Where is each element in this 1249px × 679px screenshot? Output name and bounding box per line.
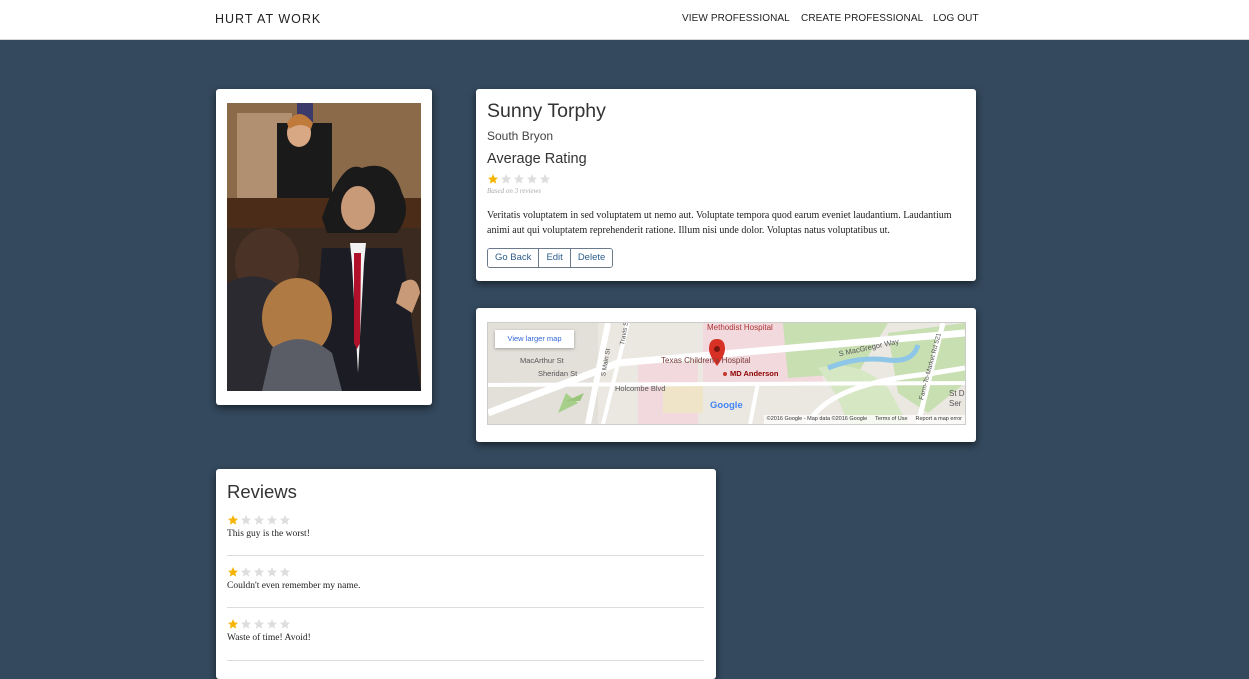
review-count-text: Based on 3 reviews xyxy=(487,187,541,195)
professional-location: South Bryon xyxy=(487,129,554,143)
delete-button[interactable]: Delete xyxy=(569,249,613,267)
map-label-macarthur: MacArthur St xyxy=(520,356,564,365)
star-empty-icon xyxy=(254,567,264,577)
star-empty-icon xyxy=(241,619,251,629)
map-label-holcombe: Holcombe Blvd xyxy=(615,384,666,393)
average-rating-stars xyxy=(487,173,551,185)
nav-log-out[interactable]: LOG OUT xyxy=(933,13,979,24)
nav-create-professional[interactable]: CREATE PROFESSIONAL xyxy=(801,13,923,24)
go-back-button[interactable]: Go Back xyxy=(488,249,539,267)
review-text: Couldn't even remember my name. xyxy=(227,581,361,591)
google-logo: Google xyxy=(710,400,743,411)
review-divider xyxy=(227,607,704,608)
map-terms-link[interactable]: Terms of Use xyxy=(875,415,907,424)
review-item: Waste of time! Avoid! xyxy=(227,618,704,643)
star-filled-icon xyxy=(228,619,238,629)
map-label-sheridan: Sheridan St xyxy=(538,369,578,378)
star-empty-icon xyxy=(267,515,277,525)
map-label-st-d: St D xyxy=(949,389,965,398)
star-empty-icon xyxy=(241,515,251,525)
profile-photo-card xyxy=(216,89,432,405)
star-empty-icon xyxy=(267,567,277,577)
review-stars xyxy=(227,566,704,578)
brand-logo[interactable]: HURT AT WORK xyxy=(215,12,321,26)
review-stars xyxy=(227,618,704,630)
map-copyright: ©2016 Google - Map data ©2016 Google xyxy=(766,416,868,422)
review-divider xyxy=(227,555,704,556)
average-rating-heading: Average Rating xyxy=(487,151,587,167)
view-larger-map-link[interactable]: View larger map xyxy=(495,330,574,348)
professional-name: Sunny Torphy xyxy=(487,100,606,122)
map-report-error-link[interactable]: Report a map error xyxy=(916,415,962,424)
star-empty-icon xyxy=(241,567,251,577)
star-empty-icon xyxy=(280,567,290,577)
star-empty-icon xyxy=(280,515,290,525)
map-footer: ©2016 Google - Map data ©2016 Google Ter… xyxy=(763,415,965,424)
map-label-methodist: Methodist Hospital xyxy=(707,323,773,332)
star-empty-icon xyxy=(514,174,524,184)
star-filled-icon xyxy=(488,174,498,184)
professional-description: Veritatis voluptatem in sed voluptatem u… xyxy=(487,210,952,236)
star-empty-icon xyxy=(527,174,537,184)
location-map-card: View larger map Methodist Hospital Texas… xyxy=(476,308,976,442)
nav-view-professional[interactable]: VIEW PROFESSIONAL xyxy=(682,13,790,24)
profile-photo xyxy=(227,103,421,391)
review-stars xyxy=(227,514,704,526)
review-text: This guy is the worst! xyxy=(227,529,310,539)
edit-button[interactable]: Edit xyxy=(538,249,570,267)
review-divider xyxy=(227,660,704,661)
star-empty-icon xyxy=(280,619,290,629)
map-label-ser: Ser xyxy=(949,399,962,408)
professional-info-card: Sunny Torphy South Bryon Average Rating … xyxy=(476,89,976,281)
top-navbar: HURT AT WORK VIEW PROFESSIONAL CREATE PR… xyxy=(0,0,1249,40)
review-text: Waste of time! Avoid! xyxy=(227,633,311,643)
action-button-group: Go Back Edit Delete xyxy=(487,248,614,268)
map-label-md-anderson: MD Anderson xyxy=(730,369,779,378)
star-empty-icon xyxy=(501,174,511,184)
star-filled-icon xyxy=(228,567,238,577)
star-empty-icon xyxy=(267,619,277,629)
reviews-heading: Reviews xyxy=(227,481,297,502)
reviews-card: Reviews This guy is the worst! Couldn't … xyxy=(216,469,716,679)
star-empty-icon xyxy=(254,619,264,629)
map-label-texas-childrens: Texas Children's Hospital xyxy=(661,356,751,365)
star-empty-icon xyxy=(254,515,264,525)
star-filled-icon xyxy=(228,515,238,525)
review-item: Couldn't even remember my name. xyxy=(227,566,704,591)
star-empty-icon xyxy=(540,174,550,184)
courtroom-photo-image xyxy=(227,103,421,391)
review-item: This guy is the worst! xyxy=(227,514,704,539)
embedded-map[interactable]: View larger map Methodist Hospital Texas… xyxy=(487,322,966,425)
